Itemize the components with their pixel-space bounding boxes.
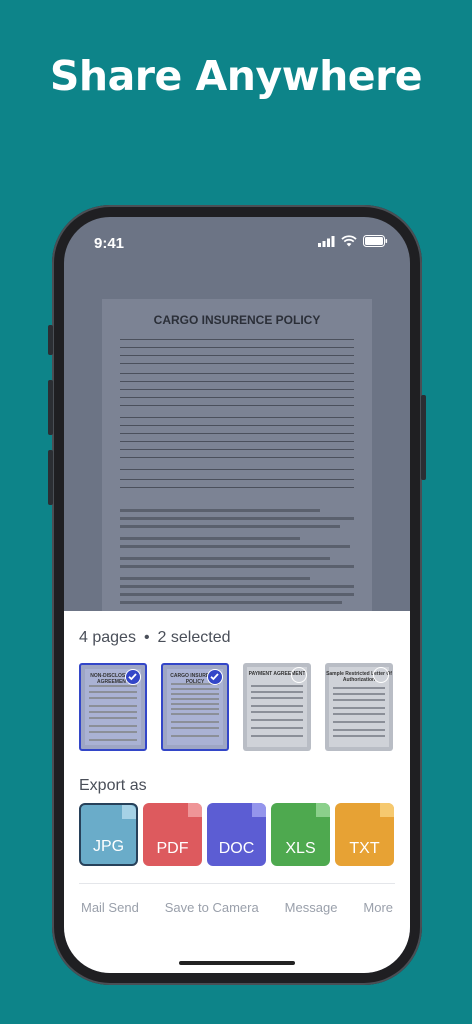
status-bar: 9:41	[64, 217, 410, 269]
format-doc-button[interactable]: DOC	[207, 803, 266, 866]
save-to-camera-button[interactable]: Save to Camera	[165, 900, 259, 915]
separator-dot: •	[143, 629, 150, 646]
power-button	[421, 395, 426, 480]
page-thumbnail[interactable]: Sample Restricted Letter Of Authorizatio…	[325, 663, 393, 751]
page-count: 4 pages	[79, 629, 136, 646]
share-actions: Mail Send Save to Camera Message More	[64, 900, 410, 915]
document-page: CARGO INSURENCE POLICY	[102, 299, 372, 617]
page-thumbnail[interactable]: PAYMENT AGREEMENT	[243, 663, 311, 751]
phone-frame: 9:41 CARGO INSURENCE POLICY 4 pages • 2 …	[48, 205, 426, 985]
document-title: CARGO INSURENCE POLICY	[153, 313, 321, 327]
file-fold-icon	[188, 803, 202, 817]
unselected-circle-icon[interactable]	[291, 667, 307, 683]
mail-send-button[interactable]: Mail Send	[81, 900, 139, 915]
document-preview-area: CARGO INSURENCE POLICY	[64, 269, 410, 617]
format-label: PDF	[156, 840, 189, 857]
format-label: TXT	[349, 840, 380, 857]
mute-switch	[48, 325, 53, 355]
more-button[interactable]: More	[363, 900, 393, 915]
format-label: XLS	[285, 840, 316, 857]
file-fold-icon	[122, 805, 136, 819]
status-time: 9:41	[94, 235, 125, 252]
format-label: DOC	[218, 840, 255, 857]
file-fold-icon	[380, 803, 394, 817]
home-indicator	[179, 961, 295, 965]
headline: Share Anywhere	[49, 52, 423, 100]
selected-check-icon[interactable]	[125, 669, 141, 685]
status-icons	[318, 235, 388, 247]
format-jpg-button[interactable]: JPG	[79, 803, 138, 866]
page-thumbnail[interactable]: NON-DISCLOSURE AGREEMENT	[79, 663, 147, 751]
divider	[79, 883, 395, 884]
wifi-icon	[341, 235, 357, 247]
page-thumbnail[interactable]: CARGO INSURENCE POLICY	[161, 663, 229, 751]
screen: 9:41 CARGO INSURENCE POLICY 4 pages • 2 …	[64, 217, 410, 973]
battery-icon	[363, 235, 388, 247]
selected-count: 2 selected	[157, 629, 231, 646]
unselected-circle-icon[interactable]	[373, 667, 389, 683]
selected-check-icon[interactable]	[207, 669, 223, 685]
file-fold-icon	[252, 803, 266, 817]
signal-icon	[318, 235, 335, 247]
page-thumbnails: NON-DISCLOSURE AGREEMENT CARGO INSURENCE…	[79, 663, 393, 751]
format-label: JPG	[92, 838, 125, 855]
volume-down-button	[48, 450, 53, 505]
volume-up-button	[48, 380, 53, 435]
selection-summary: 4 pages • 2 selected	[79, 629, 230, 647]
format-xls-button[interactable]: XLS	[271, 803, 330, 866]
export-formats: JPG PDF DOC XLS TXT	[79, 803, 394, 866]
format-pdf-button[interactable]: PDF	[143, 803, 202, 866]
format-txt-button[interactable]: TXT	[335, 803, 394, 866]
message-button[interactable]: Message	[285, 900, 338, 915]
export-as-label: Export as	[79, 777, 147, 794]
share-sheet: 4 pages • 2 selected NON-DISCLOSURE AGREEM…	[64, 611, 410, 973]
file-fold-icon	[316, 803, 330, 817]
